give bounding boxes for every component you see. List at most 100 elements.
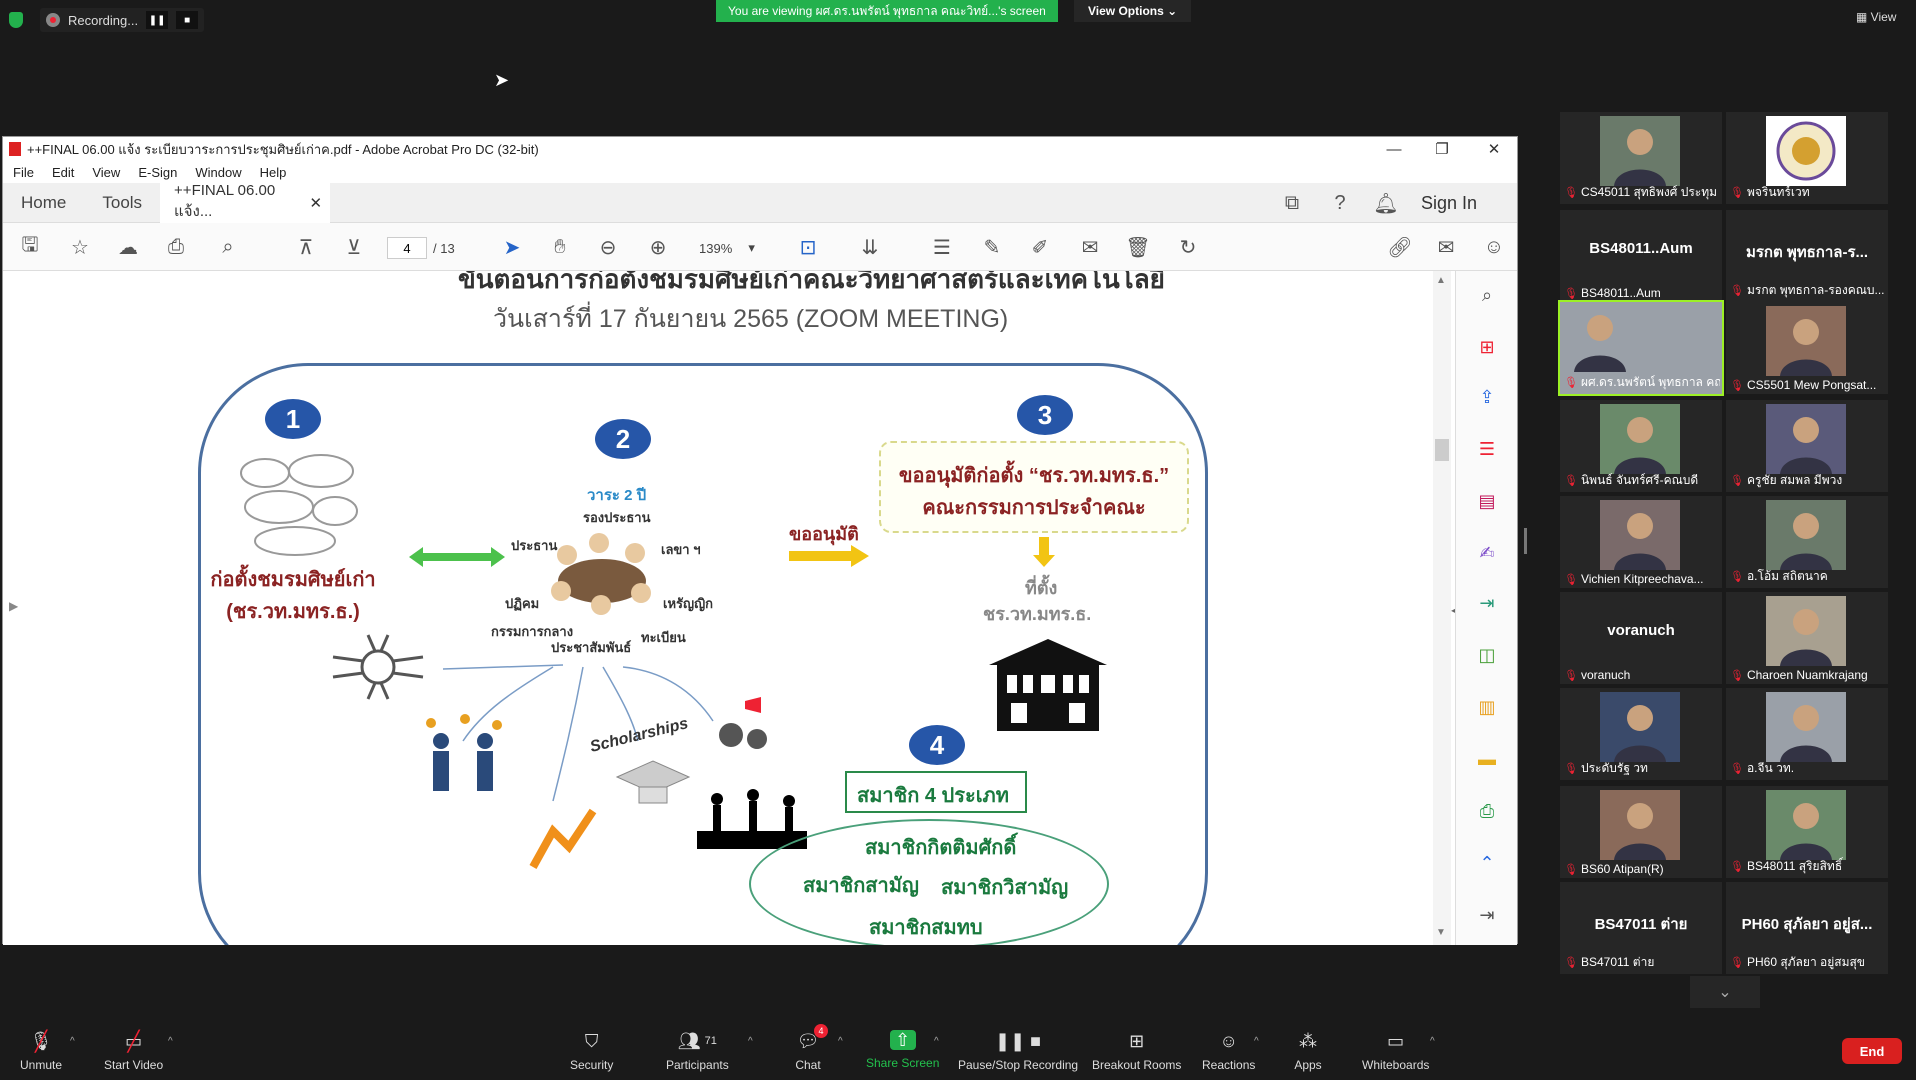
hand-tool-icon[interactable]: ✋︎ bbox=[547, 235, 573, 259]
stamp-icon[interactable]: ✉ bbox=[1077, 235, 1103, 259]
pause-recording-button[interactable]: ❚❚ bbox=[146, 11, 169, 29]
participant-tile[interactable]: 🎙︎ นิพนธ์ จันทร์ศรี-คณบดี bbox=[1560, 400, 1722, 492]
participant-tile[interactable]: 🎙︎ BS48011 สุริยสิทธิ์ bbox=[1726, 786, 1888, 878]
share-screen-button[interactable]: ⇧ Share Screen bbox=[866, 1030, 939, 1071]
zoom-level-select[interactable]: 139% ▾ bbox=[691, 237, 763, 259]
participant-tile[interactable]: 🎙︎ อ.โอ้ม สถิตนาค bbox=[1726, 496, 1888, 588]
pdf-document-view[interactable]: วันเสาร์ที่ 17 กันยายน 2565 (ZOOM MEETIN… bbox=[3, 271, 1455, 945]
previous-page-icon[interactable]: ⊼ bbox=[293, 235, 319, 259]
zoom-in-icon[interactable]: ⊕ bbox=[645, 235, 671, 259]
participant-tile[interactable]: มรกต พุทธกาล-ร... 🎙︎ มรกต พุทธกาล-รองคณบ..… bbox=[1726, 210, 1888, 302]
menu-view[interactable]: View bbox=[92, 165, 120, 180]
sign-in-button[interactable]: Sign In bbox=[1421, 193, 1477, 214]
menu-window[interactable]: Window bbox=[195, 165, 241, 180]
participant-tile[interactable]: 🎙︎ ครูชัย สมพล มีพวง bbox=[1726, 400, 1888, 492]
comment-icon[interactable]: ☰ bbox=[929, 235, 955, 259]
view-button[interactable]: ▦ View bbox=[1856, 10, 1896, 24]
share-caret[interactable]: ^ bbox=[934, 1036, 939, 1047]
pause-stop-recording-button[interactable]: ❚❚ ■ Pause/Stop Recording bbox=[958, 1030, 1078, 1073]
scroll-thumb[interactable] bbox=[1435, 439, 1449, 461]
close-tab-icon[interactable]: ✕ bbox=[309, 194, 322, 212]
participant-tile[interactable]: 🎙︎ CS5501 Mew Pongsat... bbox=[1726, 302, 1888, 394]
scan-ocr-icon[interactable]: ▥ bbox=[1475, 695, 1499, 719]
notification-bell-icon[interactable]: 🔔︎ bbox=[1373, 191, 1399, 215]
participant-tile[interactable]: PH60 สุภัลยา อยู่ส... 🎙︎ PH60 สุภัลยา อยู่… bbox=[1726, 882, 1888, 974]
menu-edit[interactable]: Edit bbox=[52, 165, 74, 180]
draw-icon[interactable]: ✐ bbox=[1027, 235, 1053, 259]
bookmark-star-icon[interactable]: ☆ bbox=[67, 235, 93, 259]
participant-tile[interactable]: 🎙︎ พจรินทร์เวท bbox=[1726, 112, 1888, 204]
email-icon[interactable]: ✉ bbox=[1433, 235, 1459, 259]
more-tools-icon[interactable]: ⌃ bbox=[1475, 851, 1499, 875]
participant-tile[interactable]: 🎙︎ ผศ.ดร.นพรัตน์ พุทธกาล คณ... bbox=[1558, 300, 1724, 396]
tab-home[interactable]: Home bbox=[3, 183, 84, 223]
end-meeting-button[interactable]: End bbox=[1842, 1038, 1902, 1064]
participant-tile[interactable]: 🎙︎ อ.จีน วท. bbox=[1726, 688, 1888, 780]
scroll-up-icon[interactable]: ▲ bbox=[1436, 275, 1446, 286]
start-video-button[interactable]: ▭ ╱ Start Video bbox=[104, 1030, 163, 1073]
left-panel-toggle-icon[interactable]: ▶ bbox=[9, 599, 18, 613]
export-pdf-icon[interactable]: ⇪ bbox=[1475, 385, 1499, 409]
menu-esign[interactable]: E-Sign bbox=[138, 165, 177, 180]
close-window-icon[interactable]: ✕ bbox=[1469, 137, 1519, 161]
reactions-caret[interactable]: ^ bbox=[1254, 1036, 1259, 1047]
tab-document[interactable]: ++FINAL 06.00 แจ้ง... ✕ bbox=[160, 182, 331, 223]
highlight-pen-icon[interactable]: ✎ bbox=[979, 235, 1005, 259]
fill-sign-icon[interactable]: ✍︎ bbox=[1475, 541, 1499, 565]
restore-icon[interactable]: ❐ bbox=[1417, 137, 1467, 161]
next-page-icon[interactable]: ⊻ bbox=[341, 235, 367, 259]
whiteboards-button[interactable]: ▭ Whiteboards bbox=[1362, 1030, 1429, 1073]
share-screen-icon[interactable]: ⧉ bbox=[1279, 191, 1305, 215]
whiteboards-caret[interactable]: ^ bbox=[1430, 1036, 1435, 1047]
save-icon[interactable]: 🖫︎ bbox=[17, 234, 43, 259]
upload-cloud-icon[interactable]: ☁ bbox=[115, 235, 141, 259]
share-user-icon[interactable]: ☺ bbox=[1481, 235, 1507, 259]
create-pdf-icon[interactable]: ⊞ bbox=[1475, 335, 1499, 359]
apps-button[interactable]: ⁂ Apps bbox=[1294, 1030, 1322, 1073]
participant-tile[interactable]: 🎙︎ Vichien Kitpreechava... bbox=[1560, 496, 1722, 588]
vertical-scrollbar[interactable]: ▲ ▼ bbox=[1433, 271, 1451, 945]
chat-caret[interactable]: ^ bbox=[838, 1036, 843, 1047]
participant-tile[interactable]: 🎙︎ Charoen Nuamkrajang bbox=[1726, 592, 1888, 684]
print-icon[interactable]: ⎙ bbox=[163, 235, 189, 259]
participants-caret[interactable]: ^ bbox=[748, 1036, 753, 1047]
comment-tool-icon[interactable]: ▬ bbox=[1475, 747, 1499, 771]
scroll-down-icon[interactable]: ▼ bbox=[1436, 927, 1446, 938]
edit-pdf-icon[interactable]: ▤ bbox=[1475, 489, 1499, 513]
participant-tile[interactable]: 🎙︎ ประดับรัฐ วท bbox=[1560, 688, 1722, 780]
participant-tile[interactable]: voranuch 🎙︎ voranuch bbox=[1560, 592, 1722, 684]
participant-tile[interactable]: 🎙︎ BS60 Atipan(R) bbox=[1560, 786, 1722, 878]
stop-recording-button[interactable]: ■ bbox=[176, 11, 199, 29]
splitter-handle[interactable] bbox=[1524, 528, 1527, 554]
measure-icon[interactable]: ⇊ bbox=[857, 235, 883, 259]
participant-tile[interactable]: BS48011..Aum 🎙︎ BS48011..Aum bbox=[1560, 210, 1722, 302]
view-options-button[interactable]: View Options ⌄ bbox=[1074, 0, 1192, 22]
participant-tile[interactable]: 🎙︎ CS45011 สุทธิพงศ์ ประทุม bbox=[1560, 112, 1722, 204]
security-button[interactable]: ⛉ Security bbox=[570, 1030, 613, 1073]
breakout-rooms-button[interactable]: ⊞ Breakout Rooms bbox=[1092, 1030, 1181, 1073]
compare-icon[interactable]: ◫ bbox=[1475, 643, 1499, 667]
minimize-icon[interactable]: — bbox=[1369, 137, 1419, 161]
chat-button[interactable]: 💬︎ 4 Chat bbox=[794, 1024, 828, 1072]
zoom-search-icon[interactable]: ⌕ bbox=[1475, 283, 1499, 307]
participants-button[interactable]: 👥︎ 71 Participants bbox=[666, 1030, 729, 1073]
print-production-icon[interactable]: ⎙ bbox=[1475, 799, 1499, 823]
video-options-caret[interactable]: ^ bbox=[168, 1036, 173, 1047]
gallery-next-page-icon[interactable]: ⌄ bbox=[1690, 976, 1760, 1008]
search-icon[interactable]: ⌕ bbox=[215, 235, 241, 259]
zoom-out-icon[interactable]: ⊖ bbox=[595, 235, 621, 259]
participant-tile[interactable]: BS47011 ต่าย 🎙︎ BS47011 ต่าย bbox=[1560, 882, 1722, 974]
tab-tools[interactable]: Tools bbox=[84, 183, 160, 223]
audio-options-caret[interactable]: ^ bbox=[70, 1036, 75, 1047]
rotate-icon[interactable]: ↻ bbox=[1175, 235, 1201, 259]
collapse-rail-icon[interactable]: ⇥ bbox=[1475, 903, 1499, 927]
fit-page-icon[interactable]: ⊡ bbox=[795, 235, 821, 259]
organize-pages-icon[interactable]: ☰ bbox=[1475, 437, 1499, 461]
delete-icon[interactable]: 🗑︎ bbox=[1125, 235, 1151, 259]
select-cursor-icon[interactable]: ➤ bbox=[499, 235, 525, 259]
help-icon[interactable]: ? bbox=[1327, 191, 1353, 215]
unmute-button[interactable]: 🎙︎ ╱ Unmute bbox=[20, 1030, 62, 1073]
menu-help[interactable]: Help bbox=[260, 165, 287, 180]
reactions-button[interactable]: ☺ Reactions bbox=[1202, 1030, 1255, 1073]
link-icon[interactable]: 🔗︎ bbox=[1387, 235, 1413, 259]
